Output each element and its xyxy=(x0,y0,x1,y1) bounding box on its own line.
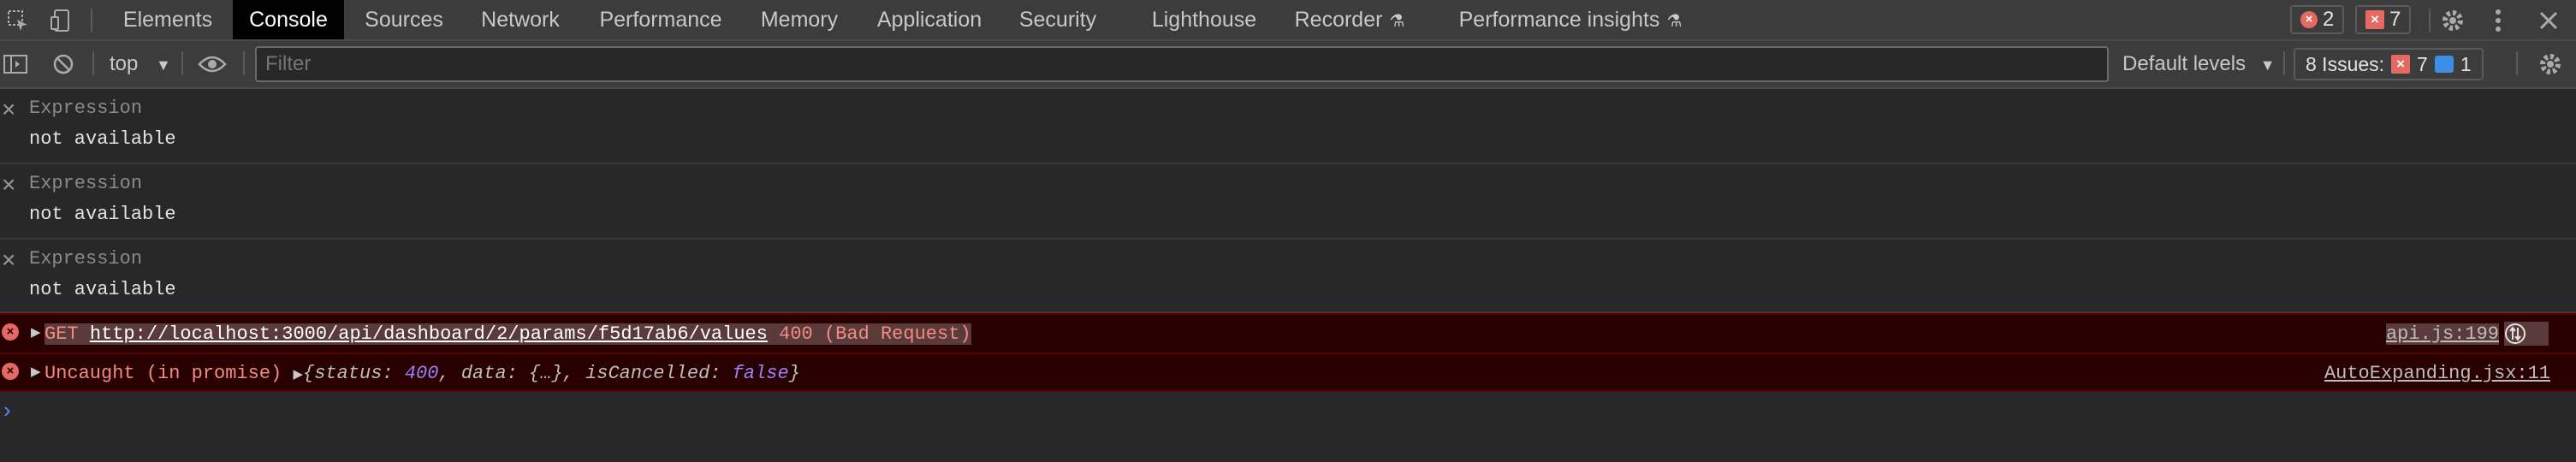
remove-expression-icon[interactable]: × xyxy=(2,171,15,198)
error-count-badge[interactable]: × 2 xyxy=(2290,5,2345,34)
expression-value: not available xyxy=(29,279,176,300)
info-icon xyxy=(2434,56,2454,73)
log-levels-dropdown[interactable]: Default levels ▼ xyxy=(2122,41,2276,87)
expression-label[interactable]: Expression xyxy=(29,248,142,270)
tab-label: Recorder xyxy=(1294,8,1383,32)
devtools-tabbar: Elements Console Sources Network Perform… xyxy=(0,0,2576,41)
source-link[interactable]: api.js:199 xyxy=(2385,323,2499,345)
inspect-icon[interactable] xyxy=(3,0,33,41)
issue-count: 7 xyxy=(2389,8,2401,31)
tab-security[interactable]: Security xyxy=(1010,0,1106,39)
tab-label: Performance insights xyxy=(1458,8,1660,32)
tab-application[interactable]: Application xyxy=(868,0,991,39)
console-settings-icon[interactable] xyxy=(2533,41,2567,87)
eye-icon[interactable] xyxy=(193,41,231,87)
error-icon: × xyxy=(2300,11,2318,28)
flask-icon: ⚗ xyxy=(1389,12,1405,31)
error-icon: × xyxy=(2,363,19,380)
divider xyxy=(2429,9,2431,33)
more-options-icon[interactable] xyxy=(2485,0,2511,41)
expression-label[interactable]: Expression xyxy=(29,98,142,119)
close-icon[interactable] xyxy=(2531,0,2566,41)
tab-recorder[interactable]: Recorder ⚗ xyxy=(1285,0,1414,39)
issues-button[interactable]: 8 Issues: × 7 1 xyxy=(2294,48,2484,80)
expression-value: not available xyxy=(29,204,176,225)
request-method: GET xyxy=(45,323,79,345)
tab-performance[interactable]: Performance xyxy=(589,0,733,39)
divider xyxy=(92,51,94,75)
chevron-down-icon: ▼ xyxy=(2259,56,2276,74)
console-error-row: × ▶ Uncaught (in promise) ▶{status: 400,… xyxy=(0,352,2576,392)
filter-input[interactable] xyxy=(255,46,2109,82)
object-open: {status: xyxy=(303,363,405,384)
console-prompt[interactable]: › xyxy=(0,392,2576,426)
console-toolbar: top ▼ Default levels ▼ 8 Issues: × 7 1 xyxy=(0,41,2576,89)
error-message: Uncaught (in promise) ▶{status: 400, dat… xyxy=(45,363,800,384)
expression-value: not available xyxy=(29,128,176,150)
issues-info-count: 1 xyxy=(2460,52,2472,75)
error-prefix: Uncaught (in promise) xyxy=(45,363,282,384)
object-status: 400 xyxy=(404,363,439,384)
divider xyxy=(2283,51,2285,75)
error-count: 2 xyxy=(2323,8,2335,31)
divider xyxy=(91,9,92,33)
context-selector[interactable]: top ▼ xyxy=(110,41,171,87)
expand-arrow-icon[interactable]: ▶ xyxy=(31,324,41,340)
expand-arrow-icon[interactable]: ▶ xyxy=(31,364,41,379)
live-expression: × Expression not available xyxy=(0,240,2576,313)
console-error-row: × ▶ GET http://localhost:3000/api/dashbo… xyxy=(0,313,2576,352)
issue-error-icon: × xyxy=(2391,55,2411,74)
flask-icon: ⚗ xyxy=(1666,12,1683,31)
live-expression: × Expression not available xyxy=(0,164,2576,240)
issue-count-badge[interactable]: × 7 xyxy=(2355,5,2412,34)
divider xyxy=(2516,51,2518,75)
object-close: } xyxy=(788,363,800,384)
issue-error-icon: × xyxy=(2365,10,2384,29)
error-icon: × xyxy=(2,323,19,341)
divider xyxy=(181,51,183,75)
remove-expression-icon[interactable]: × xyxy=(2,246,15,274)
object-cancelled: false xyxy=(732,363,789,384)
tab-sources[interactable]: Sources xyxy=(356,0,452,39)
remove-expression-icon[interactable]: × xyxy=(2,96,15,123)
tab-elements[interactable]: Elements xyxy=(110,0,226,39)
issues-error-count: 7 xyxy=(2417,52,2428,75)
levels-label: Default levels xyxy=(2122,52,2247,75)
tab-performance-insights[interactable]: Performance insights ⚗ xyxy=(1453,0,1688,39)
prompt-chevron-icon: › xyxy=(3,397,11,423)
network-request-icon[interactable] xyxy=(2504,322,2549,346)
tab-memory[interactable]: Memory xyxy=(750,0,849,39)
device-toggle-icon[interactable] xyxy=(46,0,75,41)
source-link[interactable]: AutoExpanding.jsx:11 xyxy=(2324,363,2550,384)
console-output: × Expression not available × Expression … xyxy=(0,89,2576,426)
tab-network[interactable]: Network xyxy=(472,0,568,39)
divider xyxy=(243,51,245,75)
chevron-down-icon: ▼ xyxy=(156,56,171,74)
tab-console[interactable]: Console xyxy=(233,0,344,39)
expression-label[interactable]: Expression xyxy=(29,173,142,194)
request-url-link[interactable]: http://localhost:3000/api/dashboard/2/pa… xyxy=(90,323,768,345)
expand-object-icon[interactable]: ▶ xyxy=(293,367,303,382)
sidebar-toggle-icon[interactable] xyxy=(2,41,29,87)
context-label: top xyxy=(110,52,139,75)
tab-lighthouse[interactable]: Lighthouse xyxy=(1143,0,1265,39)
error-object[interactable]: {status: 400, data: {…}, isCancelled: fa… xyxy=(303,363,800,384)
error-message: GET http://localhost:3000/api/dashboard/… xyxy=(45,323,971,345)
clear-console-icon[interactable] xyxy=(50,41,77,87)
gear-icon[interactable] xyxy=(2436,0,2470,41)
object-mid: , data: {…}, isCancelled: xyxy=(438,363,733,384)
request-status: 400 (Bad Request) xyxy=(779,323,971,345)
live-expression: × Expression not available xyxy=(0,89,2576,164)
issues-label: 8 Issues: xyxy=(2306,52,2385,75)
